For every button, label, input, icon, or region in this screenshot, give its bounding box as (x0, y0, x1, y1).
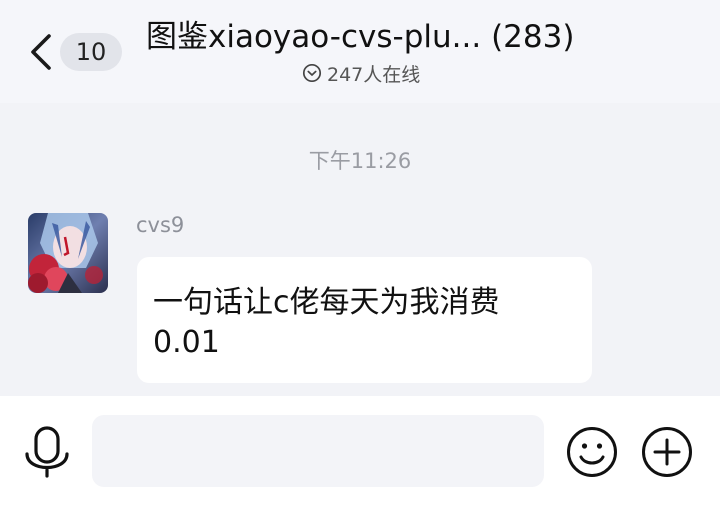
chat-header: 10 图鉴xiaoyao-cvs-plu... (283) 247人在线 (0, 0, 720, 103)
online-status[interactable]: 247人在线 (302, 60, 420, 86)
online-count-text: 247人在线 (327, 63, 421, 86)
microphone-icon[interactable] (22, 426, 72, 478)
avatar[interactable] (28, 213, 108, 293)
message-text-line: 0.01 (153, 325, 220, 360)
message-timestamp: 下午11:26 (308, 149, 412, 173)
chevron-down-circle-icon (302, 63, 322, 83)
group-title[interactable]: 图鉴xiaoyao-cvs-plu... (283) (146, 16, 706, 58)
emoji-icon[interactable] (566, 426, 618, 478)
input-bar (0, 396, 720, 507)
message-input[interactable] (92, 415, 544, 487)
message-bubble[interactable]: 一句话让c佬每天为我消费 0.01 (137, 257, 592, 383)
chevron-left-icon (31, 34, 51, 70)
message-list[interactable]: 下午11:26 cvs9 一句话让c佬每天为我消费 0.01 (0, 103, 720, 396)
back-button[interactable]: 10 (28, 30, 128, 74)
unread-count-badge: 10 (60, 33, 122, 71)
sender-name[interactable]: cvs9 (136, 213, 184, 237)
plus-icon[interactable] (641, 426, 693, 478)
message-text-line: 一句话让c佬每天为我消费 (153, 285, 500, 320)
avatar-image (28, 213, 108, 293)
